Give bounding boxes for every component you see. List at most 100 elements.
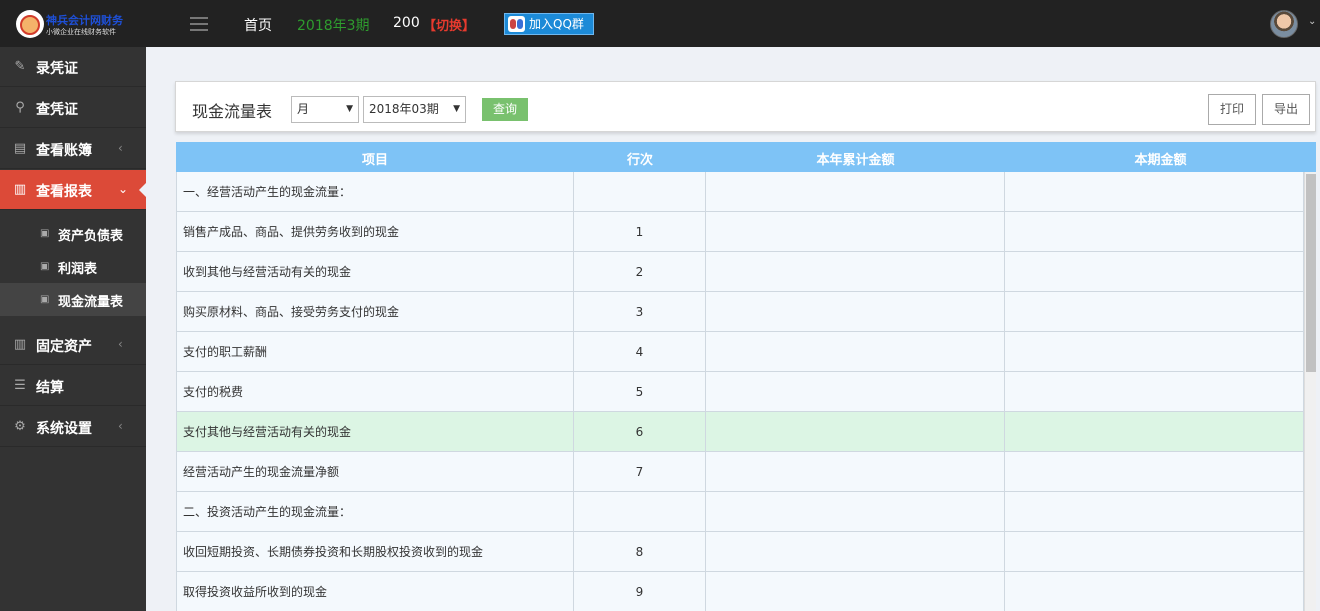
cell-item: 支付其他与经营活动有关的现金 [176,412,574,452]
table-row[interactable]: 收到其他与经营活动有关的现金 2 [176,252,1304,292]
cell-period-amount[interactable] [1004,492,1304,532]
cell-item: 销售产成品、商品、提供劳务收到的现金 [176,212,574,252]
cell-item: 支付的税费 [176,372,574,412]
cell-ytd-amount[interactable] [705,212,1004,252]
current-period: 2018年3期 [297,18,370,34]
table-row[interactable]: 一、经营活动产生的现金流量： [176,172,1304,212]
table-row[interactable]: 支付的税费 5 [176,372,1304,412]
search-icon: ⚲ [15,100,25,115]
sidebar-item-label: 查看账簿 [36,143,92,159]
list-icon: ☰ [14,378,26,393]
cell-ytd-amount[interactable] [705,452,1004,492]
table-row[interactable]: 支付的职工薪酬 4 [176,332,1304,372]
cell-period-amount[interactable] [1004,572,1304,611]
sidebar-item-label: 录凭证 [36,61,78,77]
cell-ytd-amount[interactable] [705,172,1004,212]
export-button[interactable]: 导出 [1262,94,1310,125]
table-row[interactable]: 销售产成品、商品、提供劳务收到的现金 1 [176,212,1304,252]
cell-period-amount[interactable] [1004,372,1304,412]
table-row[interactable]: 购买原材料、商品、接受劳务支付的现金 3 [176,292,1304,332]
sidebar-subitem-label: 资产负债表 [58,229,124,244]
sidebar-subitem-cash-flow[interactable]: ▣ 现金流量表 [0,283,146,316]
cell-line: 9 [573,572,705,611]
sidebar-item-reports[interactable]: ▥ 查看报表 ⌄ [0,170,147,210]
cell-item: 收到其他与经营活动有关的现金 [176,252,574,292]
period-value: 2018年03期 [369,102,439,116]
chevron-left-icon: ‹ [118,337,123,351]
dropdown-arrow-icon: ▼ [346,104,353,114]
cell-ytd-amount[interactable] [705,492,1004,532]
sidebar-item-query-voucher[interactable]: ⚲ 查凭证 [0,88,146,128]
sidebar-item-fixed-assets[interactable]: ▥ 固定资产 ‹ [0,325,146,365]
page-title: 现金流量表 [192,102,273,121]
sidebar-item-label: 结算 [36,380,64,396]
sidebar-subitem-label: 现金流量表 [58,295,124,310]
table-row[interactable]: 二、投资活动产生的现金流量： [176,492,1304,532]
print-button[interactable]: 打印 [1208,94,1256,125]
cell-period-amount[interactable] [1004,332,1304,372]
table-scrollbar[interactable] [1304,172,1316,611]
column-header-period-amount: 本期金额 [1134,153,1187,168]
sidebar-item-label: 查看报表 [36,184,92,200]
cell-item: 经营活动产生的现金流量净额 [176,452,574,492]
cell-period-amount[interactable] [1004,292,1304,332]
cell-line: 7 [573,452,705,492]
cell-line: 2 [573,252,705,292]
table-row-highlighted[interactable]: 支付其他与经营活动有关的现金 6 [176,412,1304,452]
chevron-down-icon: ⌄ [118,182,129,196]
chevron-down-icon[interactable]: ⌄ [1308,16,1316,27]
sidebar-item-label: 查凭证 [36,102,78,118]
cell-line: 1 [573,212,705,252]
table-row[interactable]: 取得投资收益所收到的现金 9 [176,572,1304,611]
join-qq-button[interactable]: 加入QQ群 [504,13,594,35]
cell-ytd-amount[interactable] [705,372,1004,412]
cell-item: 支付的职工薪酬 [176,332,574,372]
cell-period-amount[interactable] [1004,252,1304,292]
period-type-select[interactable]: 月 ▼ [291,96,359,123]
cell-ytd-amount[interactable] [705,332,1004,372]
table-row[interactable]: 收回短期投资、长期债券投资和长期股权投资收到的现金 8 [176,532,1304,572]
cash-flow-table: 一、经营活动产生的现金流量： 销售产成品、商品、提供劳务收到的现金 1 收到其他… [176,172,1304,611]
logo-title: 神兵会计网财务 [46,14,123,27]
cell-line: 5 [573,372,705,412]
sidebar-item-settlement[interactable]: ☰ 结算 [0,366,146,406]
sidebar-subitem-label: 利润表 [58,262,98,277]
cell-ytd-amount[interactable] [705,532,1004,572]
cell-ytd-amount[interactable] [705,292,1004,332]
menu-toggle-icon[interactable] [190,17,208,31]
cell-line: 4 [573,332,705,372]
table-row[interactable]: 经营活动产生的现金流量净额 7 [176,452,1304,492]
sidebar-item-system-settings[interactable]: ⚙ 系统设置 ‹ [0,407,146,447]
dropdown-arrow-icon: ▼ [453,104,460,114]
cell-period-amount[interactable] [1004,452,1304,492]
sidebar-item-enter-voucher[interactable]: ✎ 录凭证 [0,47,146,87]
cell-ytd-amount[interactable] [705,572,1004,611]
report-toolbar: 现金流量表 月 ▼ 2018年03期 ▼ 查询 打印 导出 [175,81,1316,132]
document-icon: ▣ [40,294,50,305]
nav-home-link[interactable]: 首页 [244,15,272,35]
sidebar-item-ledgers[interactable]: ▤ 查看账簿 ‹ [0,129,146,169]
user-avatar[interactable] [1270,10,1298,38]
sidebar-subitem-income-statement[interactable]: ▣ 利润表 [0,250,146,283]
join-qq-label: 加入QQ群 [529,17,584,31]
qq-group-icon [508,16,525,32]
sidebar-subitem-balance-sheet[interactable]: ▣ 资产负债表 [0,217,146,250]
scrollbar-thumb[interactable] [1306,174,1316,372]
query-button[interactable]: 查询 [482,98,528,121]
cell-item: 二、投资活动产生的现金流量： [176,492,574,532]
cell-period-amount[interactable] [1004,532,1304,572]
period-value-select[interactable]: 2018年03期 ▼ [363,96,466,123]
sidebar-item-label: 系统设置 [36,421,92,437]
cell-period-amount[interactable] [1004,212,1304,252]
switch-link[interactable]: 【切换】 [423,15,475,34]
cell-line: 6 [573,412,705,452]
app-logo[interactable]: 神兵会计网财务 小微企业在线财务软件 [12,8,147,40]
cell-ytd-amount[interactable] [705,252,1004,292]
cell-ytd-amount[interactable] [705,412,1004,452]
period-type-value: 月 [297,102,310,116]
gear-icon: ⚙ [14,419,26,434]
top-bar: 神兵会计网财务 小微企业在线财务软件 首页 2018年3期 200 【切换】 加… [0,0,1320,47]
cell-period-amount[interactable] [1004,412,1304,452]
cell-period-amount[interactable] [1004,172,1304,212]
cell-line: 3 [573,292,705,332]
